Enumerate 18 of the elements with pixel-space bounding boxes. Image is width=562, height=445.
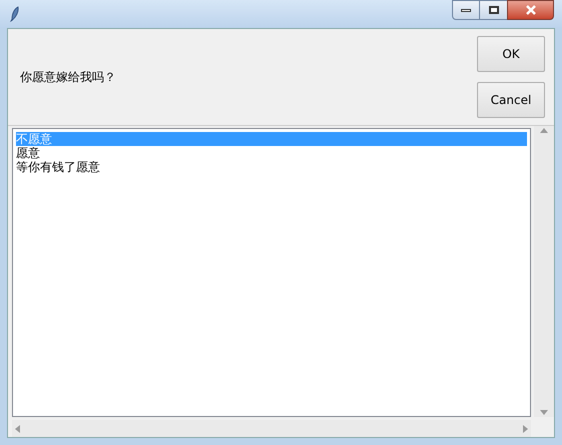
maximize-button[interactable]	[480, 0, 507, 20]
close-icon	[524, 5, 536, 15]
minimize-button[interactable]	[452, 0, 480, 20]
scroll-left-icon[interactable]	[15, 424, 20, 432]
feather-icon	[10, 6, 20, 22]
horizontal-scrollbar[interactable]	[12, 420, 531, 437]
minimize-icon	[461, 8, 471, 12]
dialog-button[interactable]: OK	[477, 36, 545, 72]
maximize-icon	[488, 6, 498, 14]
prompt-text: 你愿意嫁给我吗？	[20, 69, 117, 86]
scroll-right-icon[interactable]	[523, 424, 528, 432]
list-item[interactable]: 愿意	[16, 146, 527, 160]
list-item[interactable]: 等你有钱了愿意	[16, 160, 527, 174]
scroll-up-icon[interactable]	[540, 128, 548, 133]
vertical-scrollbar[interactable]	[534, 126, 554, 417]
close-button[interactable]	[507, 0, 554, 20]
scroll-down-icon[interactable]	[540, 410, 548, 415]
dialog-button[interactable]: Cancel	[477, 82, 545, 118]
